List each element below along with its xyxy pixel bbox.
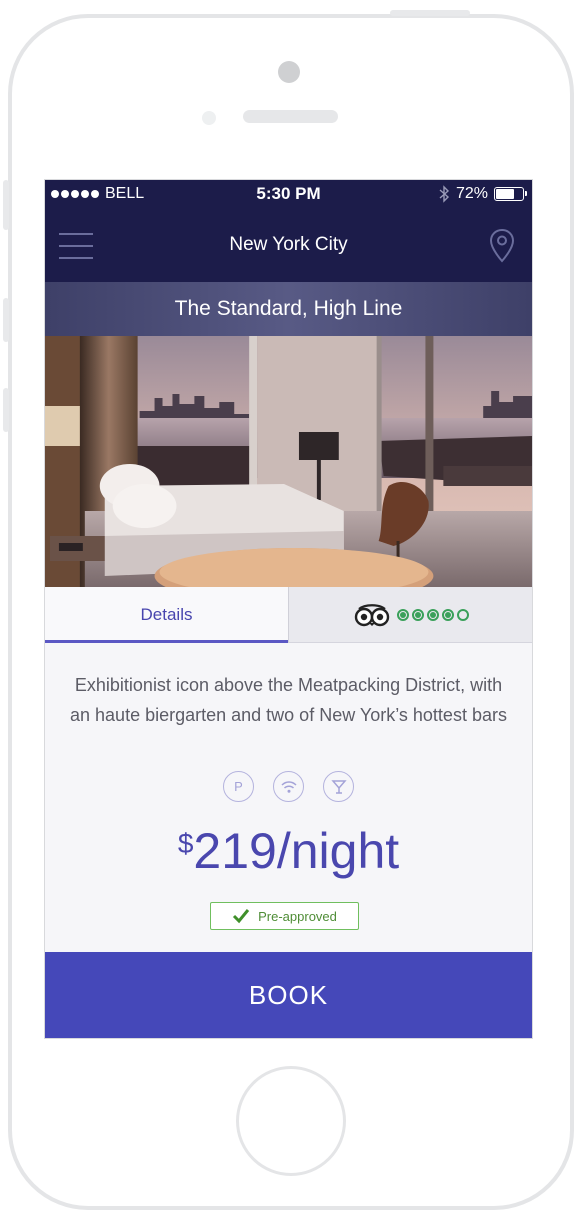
active-tab-indicator (45, 640, 288, 643)
price-per-night: $219/night (45, 822, 532, 880)
price-value: 219/night (193, 823, 400, 879)
preapproved-label: Pre-approved (258, 908, 337, 924)
book-button[interactable]: BOOK (45, 952, 532, 1038)
battery-level (496, 189, 514, 199)
hotel-room-photo[interactable] (45, 336, 532, 587)
proximity-sensor (202, 111, 216, 125)
status-bar: BELL 5:30 PM 72% (45, 180, 532, 210)
parking-icon: P (223, 771, 254, 802)
tab-details-label: Details (140, 604, 193, 624)
rating-dot-filled (396, 608, 409, 621)
home-button[interactable] (236, 1066, 346, 1176)
tripadvisor-rating (396, 608, 469, 621)
rating-dot-empty (456, 608, 469, 621)
tab-reviews[interactable] (288, 587, 532, 642)
map-pin-icon[interactable] (488, 228, 516, 264)
rating-dot-filled (441, 608, 454, 621)
cocktail-icon (323, 771, 354, 802)
hotel-title-bar: The Standard, High Line (45, 282, 532, 336)
nav-bar: New York City (45, 210, 532, 282)
phone-mute-switch (3, 180, 9, 230)
city-title: New York City (229, 234, 348, 255)
battery-percent: 72% (455, 185, 488, 202)
tripadvisor-owl-icon (354, 603, 389, 626)
amenities-list: P (45, 771, 532, 802)
phone-volume-down (3, 388, 9, 432)
rating-dot-filled (411, 608, 424, 621)
hotel-details: Exhibitionist icon above the Meatpacking… (45, 644, 532, 954)
bluetooth-icon (439, 185, 449, 203)
hotel-name: The Standard, High Line (174, 297, 403, 320)
status-right: 72% (438, 185, 527, 203)
hotel-hero: The Standard, High Line (45, 282, 532, 587)
phone-power-button (390, 10, 470, 16)
price-currency: $ (177, 828, 194, 859)
parking-glyph: P (234, 779, 243, 794)
wifi-icon (273, 771, 304, 802)
battery-icon (494, 187, 527, 201)
earpiece-speaker (243, 110, 338, 123)
checkmark-icon (233, 909, 250, 924)
detail-tabs: Details (45, 587, 532, 643)
app-screen: BELL 5:30 PM 72% New York City The Stand… (44, 179, 533, 1039)
hotel-description: Exhibitionist icon above the Meatpacking… (70, 675, 507, 725)
tab-details[interactable]: Details (45, 587, 288, 643)
book-button-label: BOOK (248, 979, 329, 1010)
preapproved-badge: Pre-approved (210, 902, 359, 930)
phone-volume-up (3, 298, 9, 342)
front-camera (278, 61, 300, 83)
rating-dot-filled (426, 608, 439, 621)
